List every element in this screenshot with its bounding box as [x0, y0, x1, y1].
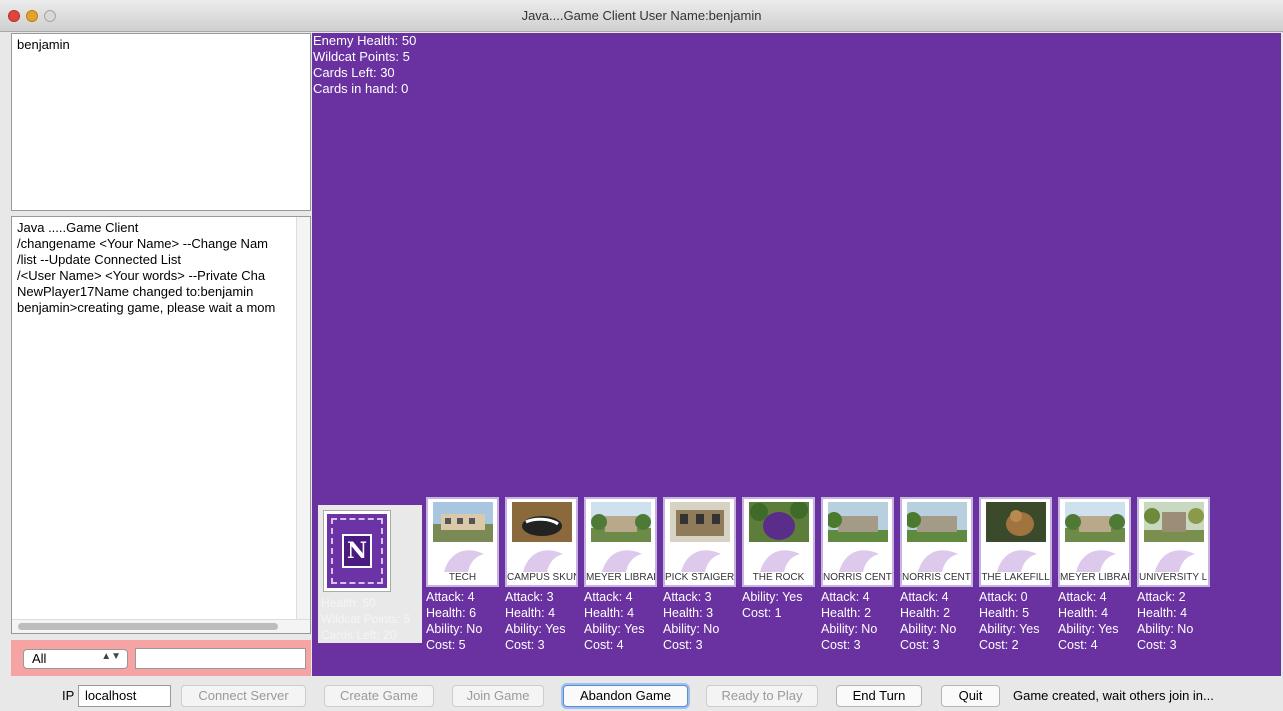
connected-users-list[interactable]: benjamin	[11, 33, 311, 211]
card-stats: Attack: 3 Health: 4 Ability: Yes Cost: 3	[505, 590, 566, 652]
chat-line: NewPlayer17Name changed to:benjamin	[17, 284, 254, 299]
enemy-health: Enemy Health: 50	[313, 33, 417, 48]
card-photo-image	[512, 502, 572, 542]
card-photo-image	[907, 502, 967, 542]
hand-card[interactable]: THE ROCK Ability: Yes Cost: 1	[742, 497, 817, 621]
enemy-status: Enemy Health: 50 Wildcat Points: 5 Cards…	[313, 33, 416, 97]
create-game-button[interactable]: Create Game	[324, 685, 434, 707]
card-stats: Attack: 4 Health: 2 Ability: No Cost: 3	[821, 590, 878, 652]
card-name: MEYER LIBRARY	[1060, 572, 1129, 583]
card-name: NORRIS CENTER	[823, 572, 892, 583]
user-list-item[interactable]: benjamin	[17, 37, 294, 53]
chat-line: benjamin>creating game, please wait a mo…	[17, 300, 276, 315]
card-stats: Attack: 2 Health: 4 Ability: No Cost: 3	[1137, 590, 1194, 652]
chat-line: /changename <Your Name> --Change Nam	[17, 236, 268, 251]
recipient-select[interactable]: All ▲▼	[23, 649, 128, 669]
chat-vertical-scrollbar[interactable]	[296, 217, 310, 621]
card-face: THE ROCK	[742, 497, 815, 587]
card-photo-image	[986, 502, 1046, 542]
card-face: TECH	[426, 497, 499, 587]
bottom-toolbar: IP localhost Connect Server Create Game …	[0, 680, 1283, 711]
game-board: Enemy Health: 50 Wildcat Points: 5 Cards…	[312, 33, 1281, 676]
enemy-wildcat-points: Wildcat Points: 5	[313, 49, 410, 64]
player-health: Health: 50	[321, 596, 376, 610]
card-photo-image	[1065, 502, 1125, 542]
card-face: MEYER LIBRARY	[584, 497, 657, 587]
ip-label: IP	[62, 688, 75, 703]
chat-horizontal-scrollbar[interactable]	[12, 619, 310, 633]
hand-card[interactable]: MEYER LIBRARY Attack: 4Health: 4Ability:…	[584, 497, 659, 653]
chat-controls: All ▲▼	[11, 640, 311, 676]
northwestern-logo: N	[342, 534, 372, 568]
status-message: Game created, wait others join in...	[1013, 688, 1214, 703]
card-photo-image	[433, 502, 493, 542]
quit-button[interactable]: Quit	[941, 685, 1000, 707]
hand-card[interactable]: TECH Attack: 4 Health: 6 Ability: No Cost: …	[426, 497, 501, 653]
card-face: NORRIS CENTER	[821, 497, 894, 587]
card-face: UNIVERSITY LIBRARY	[1137, 497, 1210, 587]
hand-card[interactable]: PICK STAIGER Attack: 3 Health: 3 Ability: …	[663, 497, 738, 653]
card-photo-image	[591, 502, 651, 542]
card-stats: Attack: 4 Health: 4 Ability: Yes Cost: 4	[584, 590, 645, 652]
end-turn-button[interactable]: End Turn	[836, 685, 922, 707]
hand-card[interactable]: NORRIS CENTER Attack: 4Health: 2Ability:…	[900, 497, 975, 653]
hand-card[interactable]: CAMPUS SKUNK Attack: 3Health: 4Ability: …	[505, 497, 580, 653]
scrollbar-thumb[interactable]	[18, 623, 278, 630]
join-game-button[interactable]: Join Game	[452, 685, 544, 707]
player-wildcat-points: Wildcat Points: 5	[321, 612, 411, 626]
deck-card-back[interactable]: N	[323, 510, 391, 592]
card-face: MEYER LIBRARY	[1058, 497, 1131, 587]
card-photo-image	[749, 502, 809, 542]
card-face: NORRIS CENTER	[900, 497, 973, 587]
hand-card[interactable]: THE LAKEFILL Attack: 0 Health: 5 Ability: …	[979, 497, 1054, 653]
card-photo-image	[1144, 502, 1204, 542]
card-photo-image	[670, 502, 730, 542]
card-face: THE LAKEFILL	[979, 497, 1052, 587]
card-name: THE LAKEFILL	[981, 572, 1050, 583]
chat-line: /list --Update Connected List	[17, 252, 182, 267]
card-stats: Ability: Yes Cost: 1	[742, 590, 803, 620]
enemy-cards-left: Cards Left: 30	[313, 65, 395, 80]
card-stats: Attack: 3 Health: 3 Ability: No Cost: 3	[663, 590, 720, 652]
card-name: PICK STAIGER	[665, 572, 734, 583]
hand-card[interactable]: MEYER LIBRARY Attack: 4Health: 4Ability:…	[1058, 497, 1133, 653]
chat-line: Java .....Game Client	[17, 220, 139, 235]
player-deck-area: N Health: 50 Wildcat Points: 5 Cards Lef…	[318, 505, 422, 643]
hand-card[interactable]: NORRIS CENTER Attack: 4Health: 2Ability:…	[821, 497, 896, 653]
abandon-game-button[interactable]: Abandon Game	[563, 685, 688, 707]
chat-message-input[interactable]	[135, 648, 306, 669]
recipient-select-value: All	[32, 651, 47, 666]
card-name: UNIVERSITY LIBRARY	[1139, 572, 1208, 583]
enemy-cards-in-hand: Cards in hand: 0	[313, 81, 409, 96]
ready-to-play-button[interactable]: Ready to Play	[706, 685, 818, 707]
card-face: CAMPUS SKUNK	[505, 497, 578, 587]
card-face: PICK STAIGER	[663, 497, 736, 587]
select-arrows-icon: ▲▼	[101, 651, 121, 662]
card-photo-image	[828, 502, 888, 542]
card-name: TECH	[448, 572, 477, 583]
chat-line: /<User Name> <Your words> --Private Cha	[17, 268, 266, 283]
window-title: Java....Game Client User Name:benjamin	[521, 8, 762, 23]
connect-server-button[interactable]: Connect Server	[181, 685, 306, 707]
ip-address-input[interactable]: localhost	[78, 685, 171, 707]
window-titlebar: Java....Game Client User Name:benjamin	[0, 0, 1283, 32]
hand-card[interactable]: UNIVERSITY LIBRARY Attack: 2Health: 4Abi…	[1137, 497, 1212, 653]
card-name: THE ROCK	[752, 572, 805, 583]
player-cards-left: Cards Left: 20	[321, 628, 397, 642]
card-name: NORRIS CENTER	[902, 572, 971, 583]
card-stats: Attack: 4 Health: 6 Ability: No Cost: 5	[426, 590, 483, 652]
card-name: MEYER LIBRARY	[586, 572, 655, 583]
card-name: CAMPUS SKUNK	[507, 572, 576, 583]
card-stats: Attack: 4 Health: 4 Ability: Yes Cost: 4	[1058, 590, 1119, 652]
chat-log[interactable]: Java .....Game Client /changename <Your …	[11, 216, 311, 634]
card-stats: Attack: 0 Health: 5 Ability: Yes Cost: 2	[979, 590, 1040, 652]
player-status: Health: 50 Wildcat Points: 5 Cards Left:…	[321, 595, 410, 643]
card-stats: Attack: 4 Health: 2 Ability: No Cost: 3	[900, 590, 957, 652]
